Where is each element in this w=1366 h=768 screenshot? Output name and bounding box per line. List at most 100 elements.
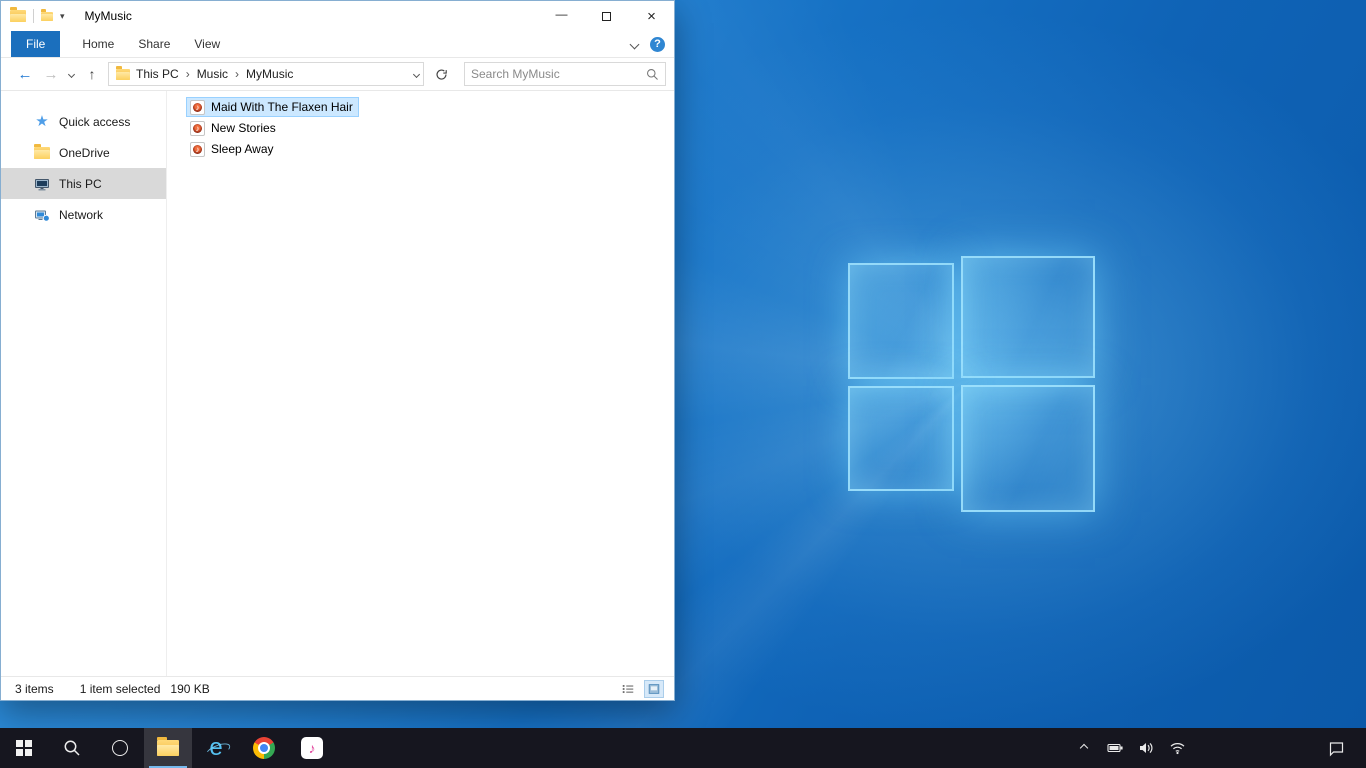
network-icon (34, 207, 50, 223)
tab-home[interactable]: Home (70, 31, 126, 57)
large-icons-view-button[interactable] (644, 679, 664, 698)
minimize-icon: — (555, 7, 568, 21)
breadcrumb-mymusic[interactable]: MyMusic (246, 67, 293, 81)
maximize-icon (602, 11, 611, 21)
close-button[interactable]: × (629, 1, 674, 31)
music-file-icon: ♪ (190, 141, 205, 157)
file-name: New Stories (211, 121, 276, 135)
taskbar-chrome-button[interactable] (240, 728, 288, 768)
sidebar-item-label: OneDrive (59, 145, 110, 160)
taskbar-itunes-button[interactable]: ♪ (288, 728, 336, 768)
search-icon (64, 740, 80, 756)
taskbar-internet-explorer-button[interactable]: e (192, 728, 240, 768)
action-center-button[interactable] (1316, 728, 1356, 768)
action-center-icon (1329, 741, 1343, 756)
address-dropdown-chevron-icon[interactable] (412, 70, 421, 78)
file-item-new-stories[interactable]: ♪ New Stories (186, 118, 282, 138)
minimize-button[interactable]: — (539, 1, 584, 31)
search-box (464, 62, 666, 86)
chevron-down-icon (67, 70, 76, 78)
volume-button[interactable] (1135, 728, 1157, 768)
file-item-maid-with-the-flaxen-hair[interactable]: ♪ Maid With The Flaxen Hair (186, 97, 359, 117)
quick-access-star-icon: ★ (35, 113, 49, 130)
cortana-icon (112, 740, 128, 756)
file-list[interactable]: ♪ Maid With The Flaxen Hair ♪ New Storie… (167, 91, 674, 676)
start-button[interactable] (0, 728, 48, 768)
breadcrumb-this-pc[interactable]: This PC (136, 67, 179, 81)
window-body: ★ Quick access OneDrive This PC Network … (1, 91, 674, 676)
music-file-icon: ♪ (190, 120, 205, 136)
music-note-icon: ♪ (308, 740, 316, 756)
status-item-count: 3 items (15, 681, 54, 696)
tab-share[interactable]: Share (126, 31, 182, 57)
explorer-window: ▾ MyMusic — × File Home Share View ? ← → (0, 0, 675, 701)
details-view-icon (622, 684, 634, 693)
sidebar-item-this-pc[interactable]: This PC (1, 168, 166, 199)
file-name: Maid With The Flaxen Hair (211, 100, 353, 114)
sidebar-item-quick-access[interactable]: ★ Quick access (1, 106, 166, 137)
taskbar: e ♪ (0, 728, 1366, 768)
breadcrumb-separator-icon: › (185, 67, 190, 81)
internet-explorer-icon: e (209, 734, 223, 761)
refresh-icon (435, 69, 447, 80)
window-folder-icon[interactable] (10, 7, 26, 22)
caption-buttons: — × (539, 1, 674, 31)
itunes-icon: ♪ (301, 737, 323, 759)
windows-start-icon (16, 740, 32, 756)
search-input[interactable] (471, 67, 646, 81)
maximize-button[interactable] (584, 1, 629, 31)
chevron-up-icon (1079, 743, 1089, 753)
tab-file[interactable]: File (11, 31, 61, 57)
file-explorer-icon (157, 737, 179, 756)
sidebar-item-label: Network (59, 207, 104, 222)
file-name: Sleep Away (211, 142, 274, 156)
onedrive-folder-icon (34, 143, 50, 161)
taskbar-search-button[interactable] (48, 728, 96, 768)
forward-button[interactable]: → (41, 66, 61, 83)
tab-view[interactable]: View (182, 31, 232, 57)
help-icon[interactable]: ? (650, 36, 665, 52)
refresh-button[interactable] (430, 62, 452, 86)
window-title: MyMusic (84, 9, 132, 23)
windows-logo-pane-bottom-right (961, 385, 1095, 512)
breadcrumb-music[interactable]: Music (197, 67, 228, 81)
speaker-icon (1140, 742, 1153, 754)
up-button[interactable]: ↑ (82, 66, 102, 82)
sidebar-item-onedrive[interactable]: OneDrive (1, 137, 166, 168)
recent-locations-chevron-icon[interactable] (67, 70, 76, 78)
address-bar[interactable]: This PC › Music › MyMusic (108, 62, 424, 86)
expand-ribbon-chevron-icon[interactable] (629, 39, 640, 49)
sidebar-item-label: This PC (59, 176, 102, 191)
view-toggle-buttons (618, 679, 664, 698)
navigation-bar: ← → ↑ This PC › Music › MyMusic (1, 58, 674, 91)
network-status-button[interactable] (1166, 728, 1188, 768)
sidebar-item-network[interactable]: Network (1, 199, 166, 230)
cortana-button[interactable] (96, 728, 144, 768)
back-button[interactable]: ← (15, 66, 35, 83)
qat-folder-icon[interactable] (41, 8, 53, 21)
battery-icon (1106, 743, 1123, 753)
file-item-sleep-away[interactable]: ♪ Sleep Away (186, 139, 280, 159)
screen: ▾ MyMusic — × File Home Share View ? ← → (0, 0, 1366, 768)
status-selection: 1 item selected (79, 681, 161, 696)
music-note-icon: ♪ (195, 123, 200, 133)
windows-logo-pane-top-right (961, 256, 1095, 378)
qat-separator (33, 9, 34, 23)
taskbar-file-explorer-button[interactable] (144, 728, 192, 768)
details-view-button[interactable] (618, 680, 638, 698)
show-hidden-icons-button[interactable] (1073, 728, 1095, 768)
navigation-pane: ★ Quick access OneDrive This PC Network (1, 91, 167, 676)
chrome-icon (253, 737, 275, 759)
search-icon[interactable] (646, 68, 659, 81)
windows-logo-pane-bottom-left (848, 386, 954, 491)
qat-customize-chevron-icon[interactable]: ▾ (60, 11, 65, 21)
status-bar: 3 items 1 item selected 190 KB (1, 676, 674, 700)
sidebar-item-label: Quick access (59, 114, 131, 129)
quick-access-toolbar: ▾ (10, 7, 65, 23)
title-bar: ▾ MyMusic — × (1, 1, 674, 31)
music-file-icon: ♪ (190, 99, 205, 115)
status-selection-size: 190 KB (170, 681, 210, 696)
battery-status-button[interactable] (1104, 728, 1126, 768)
breadcrumb-separator-icon: › (235, 67, 240, 81)
music-note-icon: ♪ (195, 144, 200, 154)
